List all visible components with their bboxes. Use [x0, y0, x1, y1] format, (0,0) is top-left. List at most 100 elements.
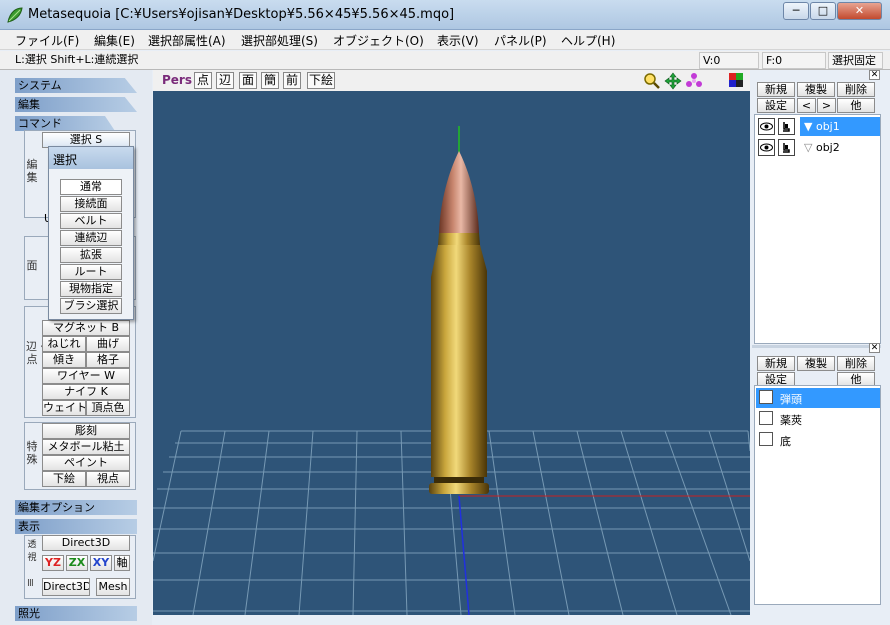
mesh-button[interactable]: Mesh	[96, 578, 130, 596]
object-list[interactable]: ▼ obj1 ▽ obj2	[754, 114, 881, 344]
select-current-button[interactable]: 現物指定	[60, 281, 122, 297]
edit-options-header[interactable]: 編集オプション	[15, 500, 137, 515]
object-row[interactable]: ▼ obj1	[756, 116, 880, 137]
move-icon[interactable]	[664, 72, 682, 90]
object-other-button[interactable]: 他	[837, 98, 875, 113]
direct3d-button[interactable]: Direct3D	[42, 535, 130, 551]
object-new-button[interactable]: 新規	[757, 82, 795, 97]
menu-selection-attributes[interactable]: 選択部属性(A)	[148, 32, 226, 49]
maximize-button[interactable]: □	[810, 2, 836, 20]
object-name-item[interactable]: ▽ obj2	[800, 138, 880, 157]
yz-axis-button[interactable]: YZ	[42, 555, 64, 571]
underlay-button[interactable]: 下絵	[42, 471, 86, 487]
axis-button[interactable]: 軸	[114, 555, 130, 571]
pane-split-icon[interactable]: Ⅲ	[27, 578, 34, 589]
select-expand-button[interactable]: 拡張	[60, 247, 122, 263]
face-count: F:0	[762, 52, 826, 69]
menu-file[interactable]: ファイル(F)	[15, 32, 79, 49]
display-header[interactable]: 表示	[15, 519, 137, 534]
close-button[interactable]: ✕	[837, 2, 882, 20]
direct3d-small-button[interactable]: Direct3D	[42, 578, 90, 596]
system-header[interactable]: システム	[15, 78, 137, 93]
object-delete-button[interactable]: 削除	[837, 82, 875, 97]
material-color-swatch[interactable]	[759, 411, 773, 425]
viewpoint-button[interactable]: 視点	[86, 471, 130, 487]
bend-button[interactable]: 曲げ	[86, 336, 130, 352]
material-new-button[interactable]: 新規	[757, 356, 795, 371]
status-row: L:選択 Shift+L:連続選択 V:0 F:0 選択固定	[0, 51, 890, 70]
twist-button[interactable]: ねじれ	[42, 336, 86, 352]
material-panel-close-icon[interactable]: ✕	[869, 343, 880, 353]
object-panel-close-icon[interactable]: ✕	[869, 70, 880, 80]
select-edge-loop-button[interactable]: 連続辺	[60, 230, 122, 246]
bullet-model	[429, 151, 489, 494]
object-next-button[interactable]: >	[817, 98, 836, 113]
material-color-swatch[interactable]	[759, 432, 773, 446]
lock-icon[interactable]	[778, 118, 795, 135]
knife-button[interactable]: ナイフ K	[42, 384, 130, 400]
select-route-button[interactable]: ルート	[60, 264, 122, 280]
object-prev-button[interactable]: <	[797, 98, 816, 113]
front-toggle[interactable]: 前	[283, 72, 301, 89]
material-row[interactable]: 底	[756, 430, 880, 450]
zx-axis-button[interactable]: ZX	[66, 555, 88, 571]
lattice-button[interactable]: 格子	[86, 352, 130, 368]
xy-axis-button[interactable]: XY	[90, 555, 112, 571]
metaball-button[interactable]: メタボール粘土	[42, 439, 130, 455]
material-row[interactable]: 薬莢	[756, 409, 880, 429]
magnet-button[interactable]: マグネット B	[42, 320, 130, 336]
select-belt-button[interactable]: ベルト	[60, 213, 122, 229]
material-delete-button[interactable]: 削除	[837, 356, 875, 371]
object-settings-button[interactable]: 設定	[757, 98, 795, 113]
z-axis-line	[458, 495, 470, 615]
material-list[interactable]: 弾頭 薬莢 底	[754, 385, 881, 605]
object-name-selected[interactable]: ▼ obj1	[800, 117, 880, 136]
select-brush-button[interactable]: ブラシ選択	[60, 298, 122, 314]
3d-viewport[interactable]: Pers 点 辺 面 簡 前 下絵	[153, 70, 750, 615]
object-copy-button[interactable]: 複製	[797, 82, 835, 97]
panel-divider[interactable]	[752, 345, 881, 348]
status-hint: L:選択 Shift+L:連続選択	[15, 53, 139, 66]
material-copy-button[interactable]: 複製	[797, 356, 835, 371]
object-row[interactable]: ▽ obj2	[756, 137, 880, 158]
vertex-color-button[interactable]: 頂点色	[86, 400, 130, 416]
material-row[interactable]: 弾頭	[756, 388, 880, 408]
edge-toggle[interactable]: 辺	[216, 72, 234, 89]
select-normal-button[interactable]: 通常	[60, 179, 122, 195]
wire-button[interactable]: ワイヤー W	[42, 368, 130, 384]
visibility-eye-icon[interactable]	[758, 139, 775, 156]
paint-button[interactable]: ペイント	[42, 455, 130, 471]
edit-group-label: 編集	[26, 158, 38, 184]
menu-object[interactable]: オブジェクト(O)	[333, 32, 424, 49]
selection-lock-button[interactable]: 選択固定	[828, 52, 883, 69]
perspective-label: 透視	[27, 540, 37, 563]
rotate-icon[interactable]	[685, 72, 703, 90]
object-name: obj2	[815, 141, 840, 154]
zoom-icon[interactable]	[643, 72, 661, 90]
weight-button[interactable]: ウェイト	[42, 400, 86, 416]
sculpt-button[interactable]: 彫刻	[42, 423, 130, 439]
scene-canvas[interactable]	[153, 91, 750, 615]
material-name: 弾頭	[780, 393, 802, 406]
vertex-toggle[interactable]: 点	[194, 72, 212, 89]
select-connected-face-button[interactable]: 接続面	[60, 196, 122, 212]
face-toggle[interactable]: 面	[239, 72, 257, 89]
simple-toggle[interactable]: 簡	[261, 72, 279, 89]
lock-icon[interactable]	[778, 139, 795, 156]
minimize-button[interactable]: ─	[783, 2, 809, 20]
lighting-header[interactable]: 照光	[15, 606, 137, 621]
projection-mode[interactable]: Pers	[162, 73, 192, 87]
menu-panel[interactable]: パネル(P)	[494, 32, 547, 49]
command-header[interactable]: コマンド	[15, 116, 115, 131]
material-color-swatch[interactable]	[759, 390, 773, 404]
menu-view[interactable]: 表示(V)	[437, 32, 479, 49]
visibility-eye-icon[interactable]	[758, 118, 775, 135]
menu-edit[interactable]: 編集(E)	[94, 32, 135, 49]
underlay-toggle[interactable]: 下絵	[307, 72, 335, 89]
tilt-button[interactable]: 傾き	[42, 352, 86, 368]
menu-selection-processing[interactable]: 選択部処理(S)	[241, 32, 318, 49]
edit-header[interactable]: 編集	[15, 97, 137, 112]
face-group-label: 面	[26, 259, 38, 272]
menu-help[interactable]: ヘルプ(H)	[561, 32, 615, 49]
color-icon[interactable]	[729, 73, 743, 87]
